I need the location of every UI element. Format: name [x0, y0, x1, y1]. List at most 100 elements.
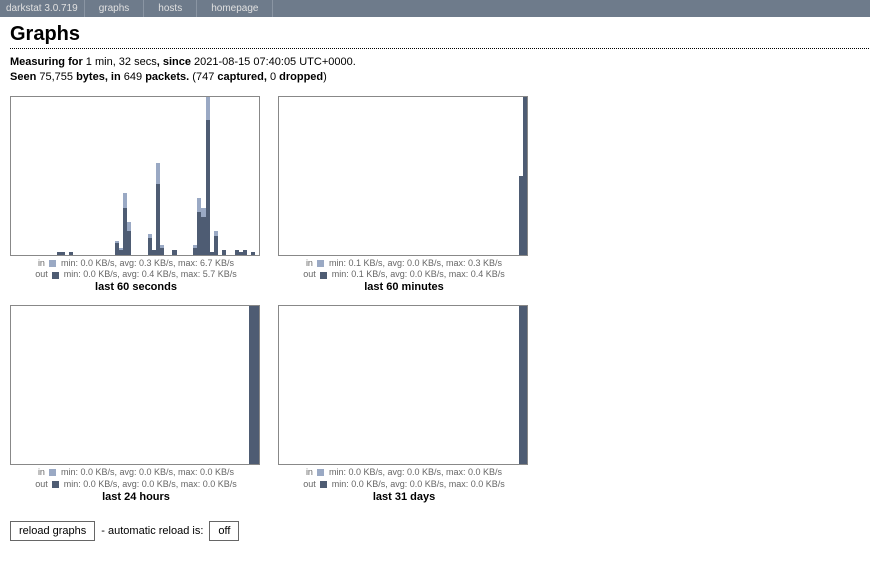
- graph-legend: in min: 0.0 KB/s, avg: 0.0 KB/s, max: 0.…: [10, 467, 262, 490]
- graph-canvas: [278, 305, 528, 465]
- legend-out-label: out: [35, 269, 48, 279]
- nav-item-homepage[interactable]: homepage: [197, 0, 273, 17]
- bar-slot: [407, 306, 415, 464]
- bytes-value: 75,755: [39, 71, 73, 83]
- bar-slot: [439, 306, 447, 464]
- bar-slot: [311, 306, 319, 464]
- packets-value: 649: [124, 71, 142, 83]
- bar-slot: [391, 306, 399, 464]
- bar-slot: [32, 306, 42, 464]
- measuring-duration: 1 min, 32 secs: [86, 56, 157, 68]
- packets-label: packets.: [145, 71, 189, 83]
- bar-slot: [42, 306, 52, 464]
- bar-slot: [228, 306, 238, 464]
- legend-out-label: out: [303, 479, 316, 489]
- legend-out-label: out: [303, 269, 316, 279]
- legend-in-label: in: [306, 467, 313, 477]
- captured-label: captured,: [217, 71, 267, 83]
- bar-slot: [145, 306, 155, 464]
- bar-slot: [255, 97, 259, 255]
- graph-block: in min: 0.0 KB/s, avg: 0.3 KB/s, max: 6.…: [10, 96, 262, 293]
- bar-slot: [319, 306, 327, 464]
- legend-in-label: in: [306, 258, 313, 268]
- bar-slot: [359, 306, 367, 464]
- graph-legend: in min: 0.1 KB/s, avg: 0.0 KB/s, max: 0.…: [278, 258, 530, 281]
- bar-slot: [511, 306, 519, 464]
- stats-summary: Measuring for 1 min, 32 secs, since 2021…: [10, 55, 860, 86]
- bar-slot: [375, 306, 383, 464]
- dropped-label: dropped: [279, 71, 323, 83]
- since-label: , since: [157, 56, 191, 68]
- graph-block: in min: 0.0 KB/s, avg: 0.0 KB/s, max: 0.…: [10, 305, 262, 502]
- content: Graphs Measuring for 1 min, 32 secs, sin…: [0, 17, 870, 561]
- bar-slot: [11, 306, 21, 464]
- bar-slot: [399, 306, 407, 464]
- bar-out: [249, 306, 259, 464]
- bar-slot: [287, 306, 295, 464]
- bar-slot: [156, 306, 166, 464]
- bar-slot: [447, 306, 455, 464]
- swatch-in-icon: [49, 469, 56, 476]
- bar-slot: [52, 306, 62, 464]
- bar-slot: [218, 306, 228, 464]
- bar-slot: [125, 306, 135, 464]
- bar-slot: [21, 306, 31, 464]
- bar-slot: [523, 97, 527, 255]
- bar-slot: [383, 306, 391, 464]
- bar-slot: [479, 306, 487, 464]
- measuring-label: Measuring for: [10, 56, 83, 68]
- bar-slot: [295, 306, 303, 464]
- bar-slot: [73, 306, 83, 464]
- swatch-out-icon: [52, 272, 59, 279]
- bar-slot: [455, 306, 463, 464]
- seen-label: Seen: [10, 71, 36, 83]
- graph-title: last 60 seconds: [10, 281, 262, 293]
- bar-slot: [351, 306, 359, 464]
- bar-slot: [335, 306, 343, 464]
- graph-bars: [279, 97, 527, 255]
- bar-slot: [495, 306, 503, 464]
- graph-canvas: [10, 96, 260, 256]
- legend-out-label: out: [35, 479, 48, 489]
- bar-out: [519, 306, 527, 464]
- app-title: darkstat 3.0.719: [0, 0, 85, 17]
- graph-block: in min: 0.0 KB/s, avg: 0.0 KB/s, max: 0.…: [278, 305, 530, 502]
- bar-slot: [367, 306, 375, 464]
- swatch-out-icon: [320, 481, 327, 488]
- graph-title: last 24 hours: [10, 491, 262, 503]
- graph-legend: in min: 0.0 KB/s, avg: 0.0 KB/s, max: 0.…: [278, 467, 530, 490]
- bytes-label: bytes, in: [76, 71, 121, 83]
- bar-slot: [238, 306, 248, 464]
- graph-title: last 60 minutes: [278, 281, 530, 293]
- bar-slot: [303, 306, 311, 464]
- swatch-out-icon: [320, 272, 327, 279]
- bar-slot: [249, 306, 259, 464]
- bar-slot: [327, 306, 335, 464]
- nav-item-hosts[interactable]: hosts: [144, 0, 197, 17]
- legend-in-label: in: [38, 467, 45, 477]
- nav-item-graphs[interactable]: graphs: [85, 0, 145, 17]
- graph-title: last 31 days: [278, 491, 530, 503]
- graph-bars: [11, 306, 259, 464]
- bar-slot: [63, 306, 73, 464]
- bar-slot: [114, 306, 124, 464]
- swatch-in-icon: [317, 469, 324, 476]
- bar-slot: [135, 306, 145, 464]
- graph-block: in min: 0.1 KB/s, avg: 0.0 KB/s, max: 0.…: [278, 96, 530, 293]
- graph-bars: [279, 306, 527, 464]
- bar-slot: [471, 306, 479, 464]
- bar-slot: [207, 306, 217, 464]
- bar-slot: [415, 306, 423, 464]
- bar-slot: [187, 306, 197, 464]
- since-time: 2021-08-15 07:40:05 UTC+0000: [194, 56, 353, 68]
- bar-slot: [104, 306, 114, 464]
- page-title: Graphs: [10, 23, 860, 46]
- reload-graphs-button[interactable]: reload graphs: [10, 521, 95, 541]
- auto-reload-toggle[interactable]: off: [209, 521, 239, 541]
- bar-slot: [94, 306, 104, 464]
- auto-reload-label: - automatic reload is:: [101, 525, 203, 537]
- graph-bars: [11, 97, 259, 255]
- swatch-in-icon: [317, 260, 324, 267]
- bar-slot: [487, 306, 495, 464]
- bar-slot: [197, 306, 207, 464]
